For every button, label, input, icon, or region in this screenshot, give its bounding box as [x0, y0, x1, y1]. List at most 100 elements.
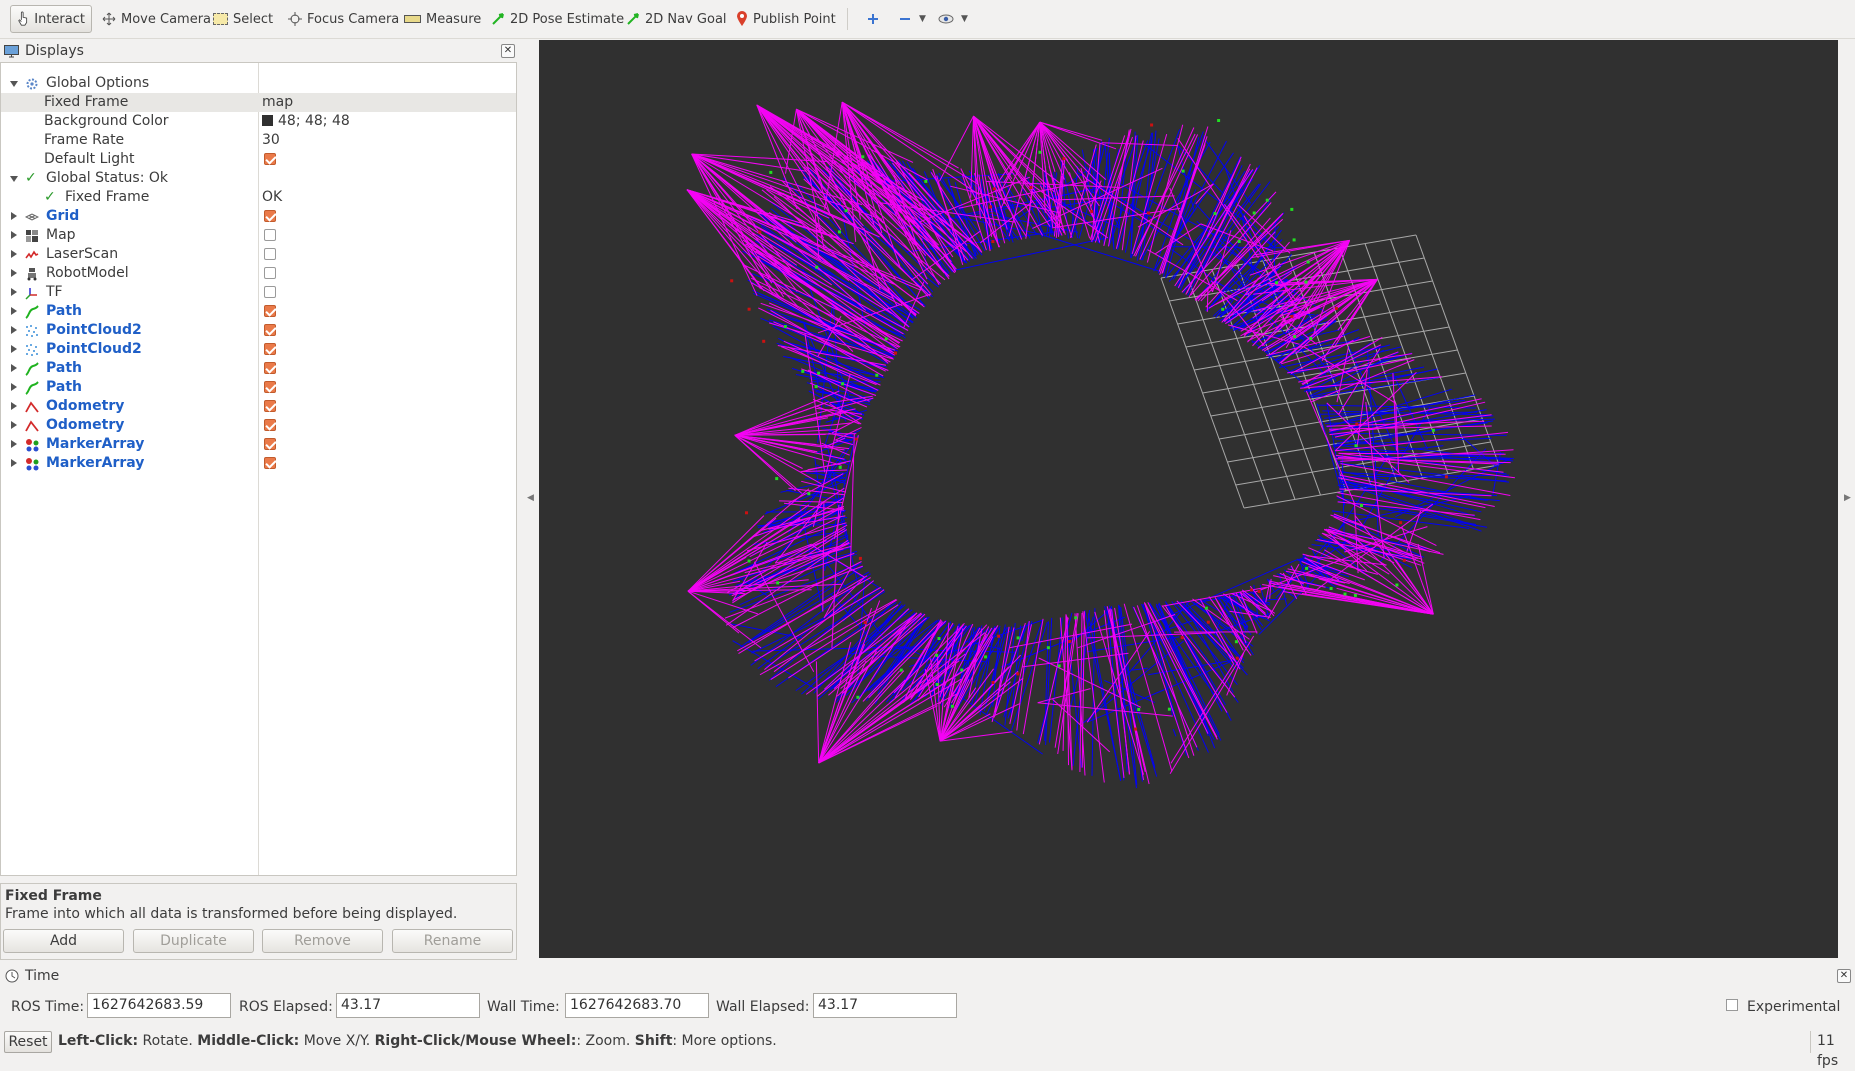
middle-click-key: Middle-Click: — [197, 1033, 299, 1049]
nav-goal-tool-button[interactable]: 2D Nav Goal — [620, 5, 733, 33]
expand-arrow-icon[interactable] — [10, 176, 18, 182]
middle-click-desc: Move X/Y. — [299, 1033, 374, 1049]
expand-arrow-icon[interactable] — [11, 288, 17, 296]
expand-arrow-icon[interactable] — [11, 326, 17, 334]
color-swatch — [262, 115, 273, 126]
duplicate-button[interactable]: Duplicate — [133, 929, 254, 953]
expand-arrow-icon[interactable] — [11, 402, 17, 410]
fixed-frame-value[interactable]: map — [262, 93, 293, 112]
publish-point-tool-button[interactable]: Publish Point — [730, 5, 842, 33]
tree-row-pointcloud2[interactable]: PointCloud2 — [1, 340, 516, 359]
add-button[interactable]: Add — [3, 929, 124, 953]
expand-arrow-icon[interactable] — [11, 364, 17, 372]
tree-row-path[interactable]: Path — [1, 302, 516, 321]
expand-arrow-icon[interactable] — [11, 421, 17, 429]
measure-tool-button[interactable]: Measure — [398, 5, 487, 33]
tree-row-path[interactable]: Path — [1, 359, 516, 378]
tree-row-global-options[interactable]: Global Options — [1, 74, 516, 93]
remove-button[interactable]: Remove — [262, 929, 383, 953]
add-tool-button[interactable] — [860, 5, 886, 33]
expand-arrow-icon[interactable] — [11, 459, 17, 467]
display-checkbox[interactable] — [264, 267, 276, 279]
green-arrow-icon — [491, 12, 505, 26]
status-value: OK — [262, 188, 282, 207]
experimental-checkbox[interactable] — [1726, 999, 1738, 1011]
expand-arrow-icon[interactable] — [11, 440, 17, 448]
tree-row-laserscan[interactable]: LaserScan — [1, 245, 516, 264]
move-camera-icon — [102, 12, 116, 26]
select-tool-button[interactable]: Select — [207, 5, 279, 33]
focus-camera-tool-button[interactable]: Focus Camera — [282, 5, 405, 33]
background-color-value[interactable]: 48; 48; 48 — [262, 112, 350, 131]
remove-tool-menu[interactable]: ▼ — [892, 5, 932, 33]
display-checkbox[interactable] — [264, 305, 276, 317]
wall-time-label: Wall Time: — [487, 999, 560, 1015]
focus-crosshair-icon — [288, 12, 302, 26]
pose-estimate-tool-button[interactable]: 2D Pose Estimate — [485, 5, 630, 33]
tree-row-status-fixed-frame[interactable]: ✓ Fixed Frame OK — [1, 188, 516, 207]
tree-row-global-status[interactable]: ✓ Global Status: Ok — [1, 169, 516, 188]
display-checkbox[interactable] — [264, 324, 276, 336]
display-checkbox[interactable] — [264, 210, 276, 222]
tree-row-markerarray[interactable]: MarkerArray — [1, 435, 516, 454]
expand-arrow-icon[interactable] — [11, 345, 17, 353]
reset-button[interactable]: Reset — [4, 1031, 52, 1053]
move-camera-label: Move Camera — [121, 12, 211, 27]
tree-row-fixed-frame[interactable]: Fixed Frame map — [1, 93, 516, 112]
tree-row-robotmodel[interactable]: RobotModel — [1, 264, 516, 283]
tree-row-odometry[interactable]: Odometry — [1, 397, 516, 416]
expand-arrow-icon[interactable] — [11, 250, 17, 258]
display-checkbox[interactable] — [264, 248, 276, 260]
ros-time-field[interactable]: 1627642683.59 — [87, 993, 231, 1018]
display-checkbox[interactable] — [264, 343, 276, 355]
tree-row-grid[interactable]: Grid — [1, 207, 516, 226]
display-checkbox[interactable] — [264, 419, 276, 431]
ros-elapsed-field[interactable]: 43.17 — [336, 993, 480, 1018]
display-checkbox[interactable] — [264, 362, 276, 374]
tree-row-background-color[interactable]: Background Color 48; 48; 48 — [1, 112, 516, 131]
wall-elapsed-field[interactable]: 43.17 — [813, 993, 957, 1018]
frame-rate-value[interactable]: 30 — [262, 131, 280, 150]
tree-label: PointCloud2 — [46, 340, 142, 359]
collapse-left-handle-icon[interactable]: ◀ — [527, 493, 534, 503]
interact-tool-button[interactable]: Interact — [10, 5, 92, 33]
wall-time-field[interactable]: 1627642683.70 — [565, 993, 709, 1018]
tree-label: Background Color — [44, 112, 169, 131]
display-checkbox[interactable] — [264, 381, 276, 393]
display-checkbox[interactable] — [264, 286, 276, 298]
default-light-checkbox[interactable] — [264, 153, 276, 165]
display-checkbox[interactable] — [264, 438, 276, 450]
checkmark-icon: ✓ — [44, 188, 56, 207]
laserscan-icon — [25, 248, 39, 262]
close-panel-icon[interactable]: ✕ — [1837, 969, 1851, 983]
tree-row-path[interactable]: Path — [1, 378, 516, 397]
expand-arrow-icon[interactable] — [10, 81, 18, 87]
close-panel-icon[interactable]: ✕ — [501, 44, 515, 58]
tree-row-odometry[interactable]: Odometry — [1, 416, 516, 435]
measure-label: Measure — [426, 12, 481, 27]
left-click-desc: Rotate. — [138, 1033, 197, 1049]
tree-row-default-light[interactable]: Default Light — [1, 150, 516, 169]
expand-arrow-icon[interactable] — [11, 269, 17, 277]
view-tool-menu[interactable]: ▼ — [932, 5, 974, 33]
render-viewport[interactable] — [539, 40, 1838, 958]
expand-arrow-icon[interactable] — [11, 231, 17, 239]
move-camera-tool-button[interactable]: Move Camera — [96, 5, 217, 33]
monitor-icon — [4, 45, 19, 58]
tree-row-markerarray[interactable]: MarkerArray — [1, 454, 516, 473]
marker-array-icon — [25, 457, 39, 471]
expand-arrow-icon[interactable] — [11, 383, 17, 391]
rename-button[interactable]: Rename — [392, 929, 513, 953]
display-checkbox[interactable] — [264, 400, 276, 412]
display-checkbox[interactable] — [264, 229, 276, 241]
tree-row-map[interactable]: Map — [1, 226, 516, 245]
display-checkbox[interactable] — [264, 457, 276, 469]
odometry-icon — [25, 419, 39, 433]
collapse-right-handle-icon[interactable]: ▶ — [1844, 493, 1851, 503]
expand-arrow-icon[interactable] — [11, 212, 17, 220]
tree-row-pointcloud2[interactable]: PointCloud2 — [1, 321, 516, 340]
tree-row-tf[interactable]: TF — [1, 283, 516, 302]
expand-arrow-icon[interactable] — [11, 307, 17, 315]
tree-row-frame-rate[interactable]: Frame Rate 30 — [1, 131, 516, 150]
checkmark-icon: ✓ — [25, 169, 37, 188]
